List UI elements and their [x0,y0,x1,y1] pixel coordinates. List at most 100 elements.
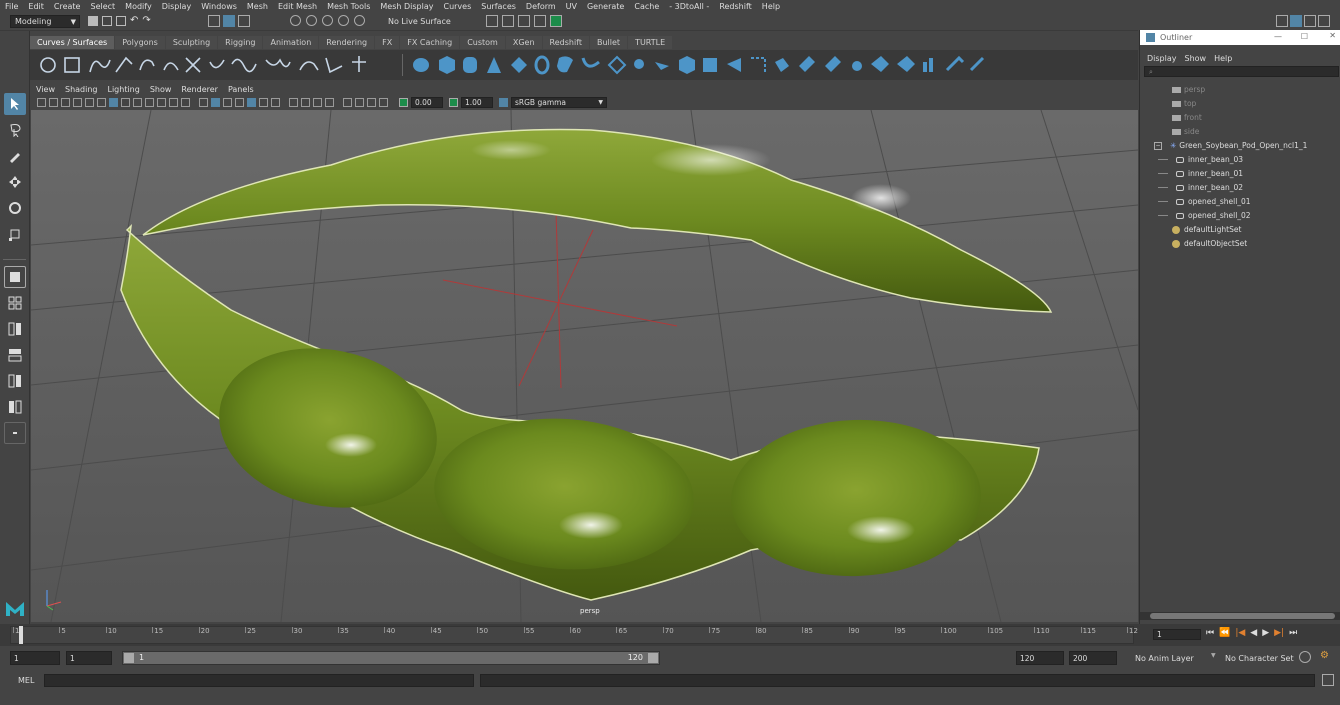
outliner-row-group[interactable]: − ✳ Green_Soybean_Pod_Open_ncl1_1 [1154,139,1307,152]
gamma-icon[interactable] [449,97,458,107]
outliner-row-mesh[interactable]: opened_shell_02 [1158,209,1251,222]
menu-item[interactable]: - 3DtoAll - [664,2,714,11]
go-to-end-icon[interactable]: ⏭ [1289,628,1297,638]
range-handle-start[interactable] [124,653,134,663]
menu-item[interactable]: UV [561,2,582,11]
rotate-tool-icon[interactable] [4,197,26,219]
redo-icon[interactable]: ↷ [142,16,150,26]
menu-item[interactable]: Create [49,2,86,11]
menu-item[interactable]: Help [757,2,785,11]
shelf-tab[interactable]: Redshift [542,36,589,49]
step-back-key-icon[interactable]: ⏪ [1219,628,1230,638]
range-slider[interactable]: 1 120 [122,651,660,665]
outliner-menu-item[interactable]: Show [1181,54,1211,63]
shelf-tab[interactable]: Polygons [115,36,165,49]
isolate-select-icon[interactable] [343,97,352,107]
outliner-search-field[interactable]: ⌕ [1144,66,1339,77]
screen-space-ao-icon[interactable] [289,97,298,107]
hypershade-layout-icon[interactable] [4,370,26,392]
shelf-tab[interactable]: Rendering [319,36,375,49]
shadows-icon[interactable] [271,97,280,107]
current-frame-field[interactable]: 1 [1153,629,1201,640]
menu-item[interactable]: Modify [120,2,157,11]
lasso-tool-icon[interactable] [4,119,26,141]
image-plane-icon[interactable] [73,97,82,107]
step-forward-frame-icon[interactable]: ▶| [1274,628,1284,638]
safe-action-icon[interactable] [169,97,178,107]
script-editor-icon[interactable] [1322,674,1334,686]
color-management-icon[interactable] [499,97,508,107]
outliner-row-mesh[interactable]: inner_bean_03 [1158,153,1243,166]
surface-tools-icons[interactable] [411,54,991,76]
layout-icon[interactable] [1290,15,1302,27]
outliner-row-mesh[interactable]: inner_bean_02 [1158,181,1243,194]
mode-selector[interactable]: Modeling ▼ [10,15,80,28]
outliner-row-camera[interactable]: persp [1172,83,1205,96]
menu-item[interactable]: Edit Mesh [273,2,322,11]
menu-item[interactable]: Select [85,2,120,11]
default-material-icon[interactable] [235,97,244,107]
scale-tool-icon[interactable] [4,223,26,245]
command-input[interactable] [44,674,474,687]
xray-components-icon[interactable] [379,97,388,107]
depth-of-field-icon[interactable] [325,97,334,107]
exposure-icon[interactable] [399,97,408,107]
save-scene-icon[interactable] [116,16,126,26]
four-view-layout-icon[interactable] [4,292,26,314]
scrollbar-thumb[interactable] [1150,613,1335,619]
animation-start-field[interactable]: 1 [10,651,60,665]
gate-mask-icon[interactable] [145,97,154,107]
single-perspective-layout-icon[interactable] [4,266,26,288]
snap-view-icon[interactable] [338,15,349,26]
snap-grid-icon[interactable] [290,15,301,26]
render-settings-icon[interactable] [534,15,546,27]
shelf-tab[interactable]: Sculpting [165,36,218,49]
grid-toggle-icon[interactable] [109,97,118,107]
select-component-icon[interactable] [238,15,250,27]
panel-menu-item[interactable]: Lighting [102,85,144,94]
play-forwards-icon[interactable]: ▶ [1262,628,1269,638]
snap-curve-icon[interactable] [306,15,317,26]
range-handle-end[interactable] [648,653,658,663]
preferences-icon[interactable]: ⚙ [1320,650,1329,661]
command-language-label[interactable]: MEL [18,676,34,685]
view-transform-dropdown[interactable]: sRGB gamma ▼ [511,96,607,108]
playback-end-field[interactable]: 120 [1016,651,1064,665]
ipr-render-icon[interactable] [518,15,530,27]
grease-pencil-icon[interactable] [97,97,106,107]
maximize-icon[interactable]: ☐ [1301,32,1308,41]
render-frame-icon[interactable] [502,15,514,27]
playback-start-field[interactable]: 1 [66,651,112,665]
use-all-lights-icon[interactable] [259,97,268,107]
menu-item[interactable]: Edit [23,2,49,11]
outliner-row-mesh[interactable]: inner_bean_01 [1158,167,1243,180]
shelf-tab[interactable]: TURTLE [628,36,673,49]
close-icon[interactable]: ✕ [1329,31,1336,40]
minimize-icon[interactable]: — [1274,32,1282,41]
outliner-row-camera[interactable]: top [1172,97,1196,110]
bookmark-icon[interactable] [61,97,70,107]
play-backwards-icon[interactable]: ◀ [1250,628,1257,638]
shelf-tab[interactable]: Rigging [218,36,263,49]
menu-item[interactable]: Mesh Display [375,2,438,11]
camera-select-icon[interactable] [37,97,46,107]
textured-icon[interactable] [247,97,256,107]
curve-tools-icons[interactable] [34,54,394,76]
exposure-field[interactable]: 0.00 [411,96,443,108]
film-gate-icon[interactable] [121,97,130,107]
menu-item[interactable]: Curves [438,2,476,11]
outliner-row-camera[interactable]: front [1172,111,1202,124]
safe-title-icon[interactable] [181,97,190,107]
menu-item[interactable]: File [0,2,23,11]
outliner-menu-item[interactable]: Display [1143,54,1181,63]
smooth-shade-icon[interactable] [211,97,220,107]
anim-layer-dropdown[interactable]: No Anim Layer [1123,651,1216,665]
xray-joints-icon[interactable] [367,97,376,107]
select-object-icon[interactable] [223,15,235,27]
xray-icon[interactable] [355,97,364,107]
outliner-layout-icon[interactable] [4,396,26,418]
gamma-field[interactable]: 1.00 [461,96,493,108]
outliner-row-mesh[interactable]: opened_shell_01 [1158,195,1251,208]
menu-item[interactable]: Display [157,2,197,11]
2d-pan-zoom-icon[interactable] [85,97,94,107]
